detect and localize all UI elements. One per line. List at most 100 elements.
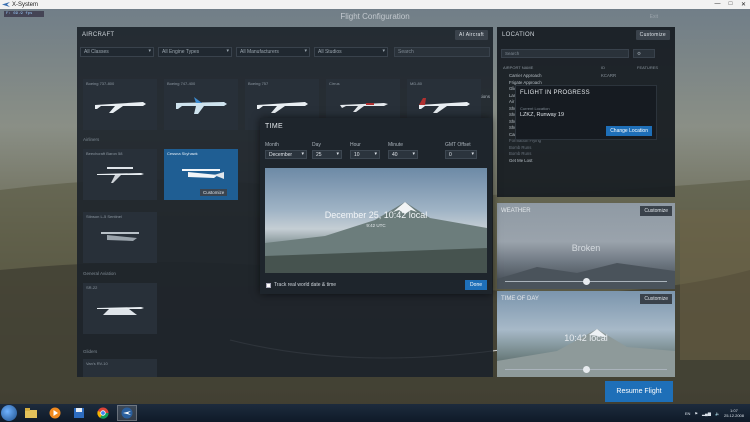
aircraft-tile[interactable]: Boeing 747-400 [164,79,238,130]
hour-field: Hour 10 [350,142,380,159]
aircraft-tile[interactable]: Beechcraft Baron 58 [83,149,157,200]
time-preview-image: December 25, 10:42 local 9:42 UTC [265,168,487,273]
aircraft-name: Boeing 737-800 [86,81,115,86]
time-slider-knob[interactable] [582,366,590,373]
window-title: X-System [12,1,39,8]
clock[interactable]: 1:07 25.12.2008 [724,408,744,418]
hour-select[interactable]: 10 [350,150,380,159]
aircraft-tile[interactable]: SR-22 [83,283,157,334]
aircraft-tile[interactable]: Stinson L-5 Sentinel [83,212,157,263]
aircraft-name: MD-80 [410,81,423,86]
clock-date: 25.12.2008 [723,413,744,418]
chrome-icon[interactable] [93,405,113,421]
exit-link[interactable]: Exit [650,14,658,20]
studio-filter[interactable]: All Studios [314,47,388,57]
aircraft-name: Stinson L-5 Sentinel [86,214,122,219]
day-select[interactable]: 25 [312,150,342,159]
volume-icon[interactable]: 🔈 [715,411,720,416]
low-wing-icon [97,307,144,315]
aircraft-name: Cirrus [329,81,340,86]
language-indicator[interactable]: EN [685,411,691,416]
current-location-value: LZKZ, Runway 19 [520,112,565,118]
aircraft-header: AIRCRAFT AI Aircraft [77,27,493,43]
maximize-button[interactable]: □ [724,1,737,8]
month-select[interactable]: December [265,150,307,159]
save-icon[interactable] [69,405,89,421]
time-of-day-value: 10:42 local [564,333,608,343]
time-dialog: TIME Month December Day 25 Hour 10 Minut… [260,118,492,294]
jet-icon [340,103,388,112]
track-real-time-checkbox[interactable] [266,282,271,288]
time-of-day-panel: TIME OF DAY Customize 10:42 local [497,291,675,377]
gmt-offset-select[interactable]: 0 [445,150,477,159]
weather-value: Broken [571,243,601,253]
airliner-icon [95,102,146,113]
month-label: Month [265,142,279,148]
resume-flight-button[interactable]: Resume Flight [605,381,673,402]
location-column-headers: AIRPORT NAME ID FEATURES [503,65,669,70]
xplane-icon[interactable] [117,405,137,421]
location-name: Get Me Lost [509,157,533,163]
cessna-icon [182,169,224,179]
manufacturer-filter[interactable]: All Manufacturers [236,47,310,57]
high-wing-icon [101,232,139,241]
flag-icon[interactable]: ⚑ [694,411,698,416]
location-filter-button[interactable]: ⚙ [633,49,655,58]
change-location-button[interactable]: Change Location [606,126,652,136]
explorer-icon[interactable] [21,405,41,421]
gmt-offset-field: GMT Offset 0 [445,142,477,159]
weather-title: WEATHER [501,208,531,214]
month-field: Month December [265,142,307,159]
page-title: Flight Configuration [340,12,410,21]
aircraft-name: Beechcraft Baron 58 [86,151,123,156]
column-header[interactable]: FEATURES [637,65,658,70]
column-header[interactable]: ID [601,65,637,70]
minute-select[interactable]: 40 [388,150,418,159]
airliner-icon [257,102,308,113]
column-header[interactable]: AIRPORT NAME [503,65,601,70]
window-titlebar: X-System — □ ✕ [0,0,750,9]
taskbar: EN ⚑ ▂▄▆ 🔈 1:07 25.12.2008 [0,404,750,422]
flight-progress-title: FLIGHT IN PROGRESS [520,90,590,96]
location-search-input[interactable]: Search [501,49,629,58]
time-preview-date: December 25, 10:42 local [324,210,428,220]
weather-customize-button[interactable]: Customize [640,206,672,216]
location-code [601,158,641,165]
gmt-offset-label: GMT Offset [445,142,471,148]
hour-label: Hour [350,142,361,148]
class-filter[interactable]: All Classes [80,47,154,57]
customize-aircraft-button[interactable]: Customize [200,189,228,196]
aircraft-name: Boeing 757 [248,81,269,86]
aircraft-name: Boeing 747-400 [167,81,196,86]
done-button[interactable]: Done [465,280,487,290]
aircraft-search-input[interactable]: Search [394,47,490,57]
day-field: Day 25 [312,142,342,159]
ai-aircraft-button[interactable]: AI Aircraft [455,30,488,40]
network-icon[interactable]: ▂▄▆ [702,411,711,416]
aircraft-tile[interactable]: Boeing 737-800 [83,79,157,130]
time-dialog-title: TIME [265,123,283,130]
media-player-icon[interactable] [45,405,65,421]
mountain-scene [265,202,487,273]
system-tray: EN ⚑ ▂▄▆ 🔈 1:07 25.12.2008 [685,408,750,418]
location-customize-button[interactable]: Customize [635,30,670,40]
time-of-day-title: TIME OF DAY [501,296,539,302]
xplane-app-icon [2,2,10,7]
aircraft-name: Cessna Skyhawk [167,151,198,156]
time-of-day-customize-button[interactable]: Customize [640,294,672,304]
day-label: Day [312,142,321,148]
close-button[interactable]: ✕ [737,1,750,8]
aircraft-tile-selected[interactable]: Cessna Skyhawk Customize [164,149,238,200]
aircraft-tile[interactable]: Van's RV-10 [83,359,157,377]
location-row[interactable]: Get Me Lost [509,158,669,165]
minimize-button[interactable]: — [711,1,724,8]
flight-in-progress-popup: FLIGHT IN PROGRESS Current Location LZKZ… [515,85,657,140]
section-label: Gliders [83,349,98,354]
aircraft-name: SR-22 [86,285,98,290]
track-real-time-toggle[interactable]: Track real world date & time [266,282,336,288]
engine-filter[interactable]: All Engine Types [158,47,232,57]
location-header: LOCATION Customize [497,27,675,43]
start-button[interactable] [1,405,17,421]
weather-slider-knob[interactable] [582,278,590,285]
aircraft-filters: All Classes All Engine Types All Manufac… [77,47,493,57]
